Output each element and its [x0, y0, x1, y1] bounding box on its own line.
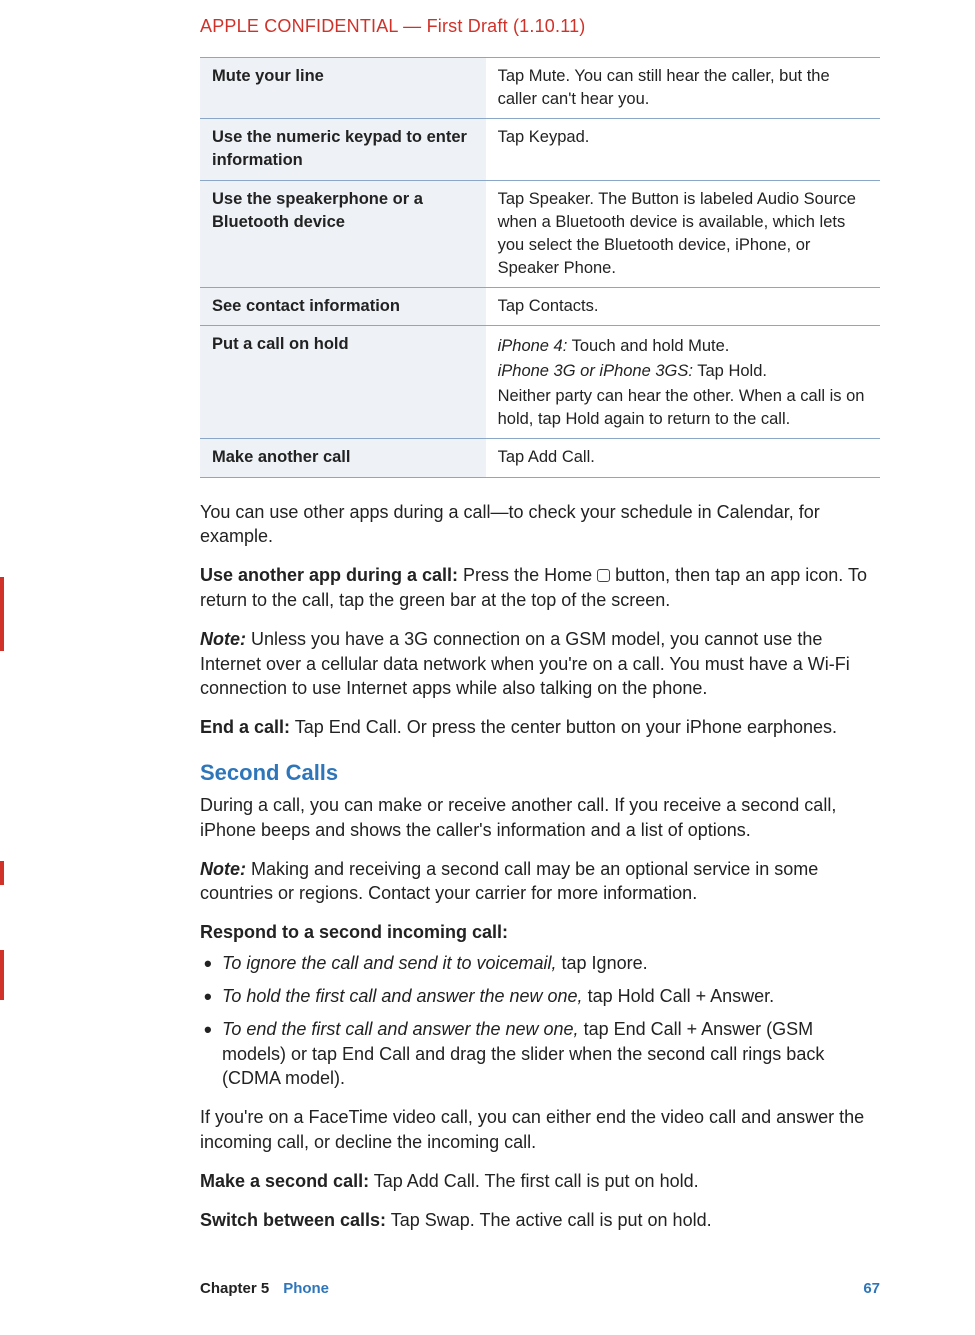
- heading-second-calls: Second Calls: [200, 758, 880, 789]
- text-segment: Tap End Call. Or press the center button…: [290, 717, 837, 737]
- table-cell-right: iPhone 4: Touch and hold Mute.iPhone 3G …: [486, 326, 880, 439]
- text-segment: Tap Swap. The active call is put on hold…: [386, 1210, 712, 1230]
- para-note-3g: Note: Unless you have a 3G connection on…: [200, 627, 880, 701]
- para-second-calls-intro: During a call, you can make or receive a…: [200, 793, 880, 843]
- lead-respond: Respond to a second incoming call:: [200, 920, 880, 945]
- table-cell-right: Tap Contacts.: [486, 287, 880, 325]
- table-row: Put a call on holdiPhone 4: Touch and ho…: [200, 326, 880, 439]
- table-cell-left: Put a call on hold: [200, 326, 486, 439]
- list-item-em: To end the first call and answer the new…: [222, 1019, 579, 1039]
- para-note-optional: Note: Making and receiving a second call…: [200, 857, 880, 907]
- bullet-list: To ignore the call and send it to voicem…: [200, 951, 880, 1091]
- table-cell-left: Make another call: [200, 439, 486, 477]
- footer-page-number: 67: [863, 1278, 880, 1299]
- page-footer: Chapter 5 Phone 67: [200, 1278, 880, 1299]
- table-row: Use the numeric keypad to enter informat…: [200, 119, 880, 180]
- table-row: Use the speakerphone or a Bluetooth devi…: [200, 180, 880, 287]
- list-item: To ignore the call and send it to voicem…: [200, 951, 880, 976]
- para-use-another-app: Use another app during a call: Press the…: [200, 563, 880, 613]
- lead-switch: Switch between calls:: [200, 1210, 386, 1230]
- footer-chapter-name: Phone: [283, 1278, 329, 1299]
- list-item: To hold the first call and answer the ne…: [200, 984, 880, 1009]
- table-row: See contact informationTap Contacts.: [200, 287, 880, 325]
- table-cell-left: Use the speakerphone or a Bluetooth devi…: [200, 180, 486, 287]
- note-label: Note:: [200, 859, 246, 879]
- text-segment: Making and receiving a second call may b…: [200, 859, 818, 904]
- table-cell-right: Tap Mute. You can still hear the caller,…: [486, 58, 880, 119]
- table-row: Mute your lineTap Mute. You can still he…: [200, 58, 880, 119]
- lead-end-call: End a call:: [200, 717, 290, 737]
- call-options-table: Mute your lineTap Mute. You can still he…: [200, 57, 880, 477]
- table-cell-left: Mute your line: [200, 58, 486, 119]
- home-icon: [597, 569, 610, 582]
- text-segment: iPhone 3G or iPhone 3GS: Tap Hold.: [498, 360, 870, 383]
- para-other-apps: You can use other apps during a call—to …: [200, 500, 880, 550]
- text-segment: Press the Home: [458, 565, 597, 585]
- table-cell-right: Tap Keypad.: [486, 119, 880, 180]
- para-facetime: If you're on a FaceTime video call, you …: [200, 1105, 880, 1155]
- change-bar-3: [0, 950, 4, 1000]
- table-cell-left: Use the numeric keypad to enter informat…: [200, 119, 486, 180]
- table-cell-left: See contact information: [200, 287, 486, 325]
- para-end-call: End a call: Tap End Call. Or press the c…: [200, 715, 880, 740]
- text-segment: Tap Add Call. The first call is put on h…: [369, 1171, 699, 1191]
- para-make-second: Make a second call: Tap Add Call. The fi…: [200, 1169, 880, 1194]
- lead-use-another-app: Use another app during a call:: [200, 565, 458, 585]
- para-switch: Switch between calls: Tap Swap. The acti…: [200, 1208, 880, 1233]
- table-cell-right: Tap Speaker. The Button is labeled Audio…: [486, 180, 880, 287]
- lead-make-second: Make a second call:: [200, 1171, 369, 1191]
- list-item-em: To ignore the call and send it to voicem…: [222, 953, 557, 973]
- list-item-em: To hold the first call and answer the ne…: [222, 986, 583, 1006]
- text-segment: Unless you have a 3G connection on a GSM…: [200, 629, 850, 699]
- list-item: To end the first call and answer the new…: [200, 1017, 880, 1091]
- change-bar-1: [0, 577, 4, 651]
- footer-chapter: Chapter 5: [200, 1278, 269, 1299]
- change-bar-2: [0, 861, 4, 885]
- text-segment: Neither party can hear the other. When a…: [498, 385, 870, 431]
- confidential-header: APPLE CONFIDENTIAL — First Draft (1.10.1…: [200, 14, 880, 39]
- note-label: Note:: [200, 629, 246, 649]
- text-segment: iPhone 4: Touch and hold Mute.: [498, 335, 870, 358]
- table-row: Make another callTap Add Call.: [200, 439, 880, 477]
- table-cell-right: Tap Add Call.: [486, 439, 880, 477]
